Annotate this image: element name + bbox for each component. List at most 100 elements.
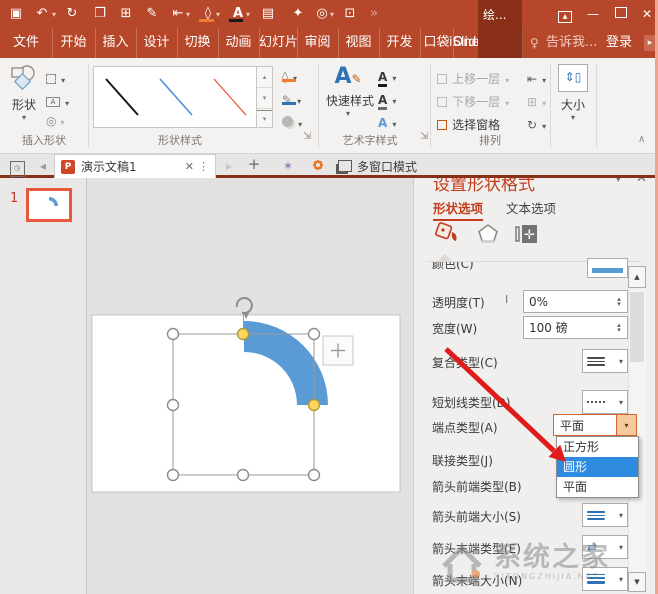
- compound-type-dropdown[interactable]: ▾: [582, 349, 628, 373]
- selection-pane-button[interactable]: 选择窗格: [437, 114, 500, 133]
- close-button[interactable]: ✕: [638, 6, 656, 22]
- resize-handle-top-right[interactable]: [307, 327, 321, 341]
- shape-styles-gallery[interactable]: [93, 66, 257, 128]
- text-effects-button[interactable]: A ▾: [378, 112, 396, 131]
- shape-effects-button[interactable]: ▾: [282, 112, 302, 131]
- cap-option-flat[interactable]: 平面: [557, 477, 638, 497]
- format-painter-icon[interactable]: ✦: [288, 5, 308, 23]
- gallery-more-icon[interactable]: ▾: [257, 110, 272, 129]
- transparency-spinner[interactable]: ▴ ▾: [613, 292, 625, 311]
- tab-view[interactable]: 视图: [338, 28, 380, 58]
- save-icon[interactable]: ▣: [6, 5, 26, 23]
- minimize-button[interactable]: —: [584, 6, 602, 22]
- edit-shape-button[interactable]: ▾: [46, 68, 65, 87]
- fill-dropdown-icon[interactable]: ▾: [216, 10, 220, 19]
- tab-review[interactable]: 审阅: [297, 28, 339, 58]
- resize-handle-mid-left[interactable]: [166, 398, 180, 412]
- quick-styles-button[interactable]: A✎ 快速样式 ▾: [326, 64, 374, 140]
- merge-dropdown-icon[interactable]: ▾: [330, 10, 334, 19]
- panel-scroll-up-button[interactable]: ▲: [628, 266, 646, 288]
- undo-dropdown-icon[interactable]: ▾: [52, 10, 56, 19]
- align-icon[interactable]: ⇤: [168, 5, 188, 23]
- width-spinner[interactable]: ▴ ▾: [613, 318, 625, 337]
- adjust-handle-top[interactable]: [236, 327, 250, 341]
- tab-home[interactable]: 开始: [52, 28, 96, 58]
- signin-button[interactable]: 登录: [606, 28, 632, 58]
- tab-close-icon[interactable]: ✕: [185, 160, 194, 173]
- text-outline-button[interactable]: A ▾: [378, 89, 396, 110]
- text-fill-button[interactable]: A ▾: [378, 66, 396, 87]
- slide-thumbnail-selected[interactable]: [26, 188, 72, 222]
- tab-islide[interactable]: iSlide: [449, 28, 479, 58]
- eyedropper-icon[interactable]: ✎: [142, 5, 162, 23]
- slide-sorter-icon[interactable]: ⊞: [116, 5, 136, 23]
- arrow-begin-size-dropdown[interactable]: ▾: [582, 503, 628, 527]
- panel-scroll-thumb[interactable]: [630, 292, 644, 362]
- send-backward-button[interactable]: 下移一层 ▾: [437, 91, 509, 110]
- collapse-ribbon-icon[interactable]: ∧: [638, 134, 645, 145]
- maximize-button[interactable]: [612, 6, 630, 22]
- tab-developer[interactable]: 开发: [379, 28, 421, 58]
- resize-handle-top-left[interactable]: [166, 327, 180, 341]
- shapes-button[interactable]: 形状 ▾: [6, 64, 42, 140]
- gallery-scroll-up-icon[interactable]: ▴: [257, 67, 272, 88]
- new-document-icon[interactable]: ❐: [90, 5, 110, 23]
- transparency-slider[interactable]: I: [505, 293, 508, 306]
- history-document-icon[interactable]: ◷: [8, 158, 26, 177]
- multi-window-mode-button[interactable]: 多窗口模式: [338, 157, 417, 175]
- dash-type-dropdown[interactable]: ▾: [582, 390, 628, 414]
- ribbon-display-options-icon[interactable]: ▲: [556, 6, 574, 23]
- insert-plus-button[interactable]: [322, 335, 354, 366]
- panel-scroll-down-button[interactable]: ▼: [628, 572, 646, 592]
- merge-shapes-ribbon-button[interactable]: ◎ ▾: [46, 114, 64, 128]
- gallery-scroll-down-icon[interactable]: ▾: [257, 88, 272, 109]
- group-objects-button[interactable]: ⊞ ▾: [527, 91, 546, 110]
- resize-handle-bottom-right[interactable]: [307, 468, 321, 482]
- tab-animations[interactable]: 动画: [218, 28, 260, 58]
- document-tab-active[interactable]: P 演示文稿1 ✕ ⋮: [54, 154, 216, 178]
- text-box-button[interactable]: A ▾: [46, 91, 69, 110]
- tab-insert[interactable]: 插入: [95, 28, 137, 58]
- new-tab-icon[interactable]: +: [246, 156, 262, 172]
- slide-canvas-area[interactable]: [88, 178, 413, 594]
- rotate-objects-button[interactable]: ↻ ▾: [527, 114, 546, 133]
- align-objects-button[interactable]: ⇤ ▾: [527, 68, 546, 87]
- settings-gear-icon[interactable]: [310, 158, 326, 176]
- tab-transitions[interactable]: 切换: [177, 28, 219, 58]
- resize-handle-bottom-center[interactable]: [236, 468, 250, 482]
- tab-slideshow[interactable]: 幻灯片: [259, 28, 298, 58]
- position-icon[interactable]: ⊡: [340, 5, 360, 23]
- tab-menu-icon[interactable]: ⋮: [198, 160, 209, 173]
- shape-styles-dialog-launcher-icon[interactable]: ⇲: [303, 132, 311, 142]
- size-button[interactable]: ⇕▯ 大小 ▾: [556, 64, 590, 140]
- cap-type-combobox[interactable]: 平面 ▾: [553, 414, 637, 436]
- qat-more-icon[interactable]: »: [364, 5, 384, 23]
- shape-outline-button[interactable]: ✎ ▾: [282, 89, 301, 108]
- undo-icon[interactable]: ↶: [32, 5, 52, 23]
- tab-design[interactable]: 设计: [136, 28, 178, 58]
- arrow-end-type-dropdown[interactable]: ⇄ ▾: [582, 535, 628, 559]
- resize-handle-bottom-left[interactable]: [166, 468, 180, 482]
- adjust-handle-right[interactable]: [307, 398, 321, 412]
- cap-type-arrow-button[interactable]: ▾: [616, 415, 636, 435]
- tellme-label[interactable]: 告诉我...: [546, 28, 597, 58]
- bring-forward-button[interactable]: 上移一层 ▾: [437, 68, 509, 87]
- wordart-dialog-launcher-icon[interactable]: ⇲: [420, 132, 428, 142]
- tab-file[interactable]: 文件: [0, 28, 53, 58]
- redo-icon[interactable]: ↻: [62, 5, 82, 23]
- magic-wand-icon[interactable]: ✶: [280, 158, 296, 174]
- spin-down-icon[interactable]: ▾: [617, 326, 621, 333]
- spin-down-icon[interactable]: ▾: [617, 300, 621, 307]
- merge-shapes-icon[interactable]: ◎: [312, 5, 332, 23]
- tab-scroll-left-icon[interactable]: ◂: [36, 158, 50, 174]
- paste-icon[interactable]: ▤: [258, 5, 278, 23]
- cap-option-square[interactable]: 正方形: [557, 437, 638, 457]
- cap-option-round-selected[interactable]: 圆形: [557, 457, 638, 477]
- arrow-end-size-dropdown[interactable]: ▾: [582, 567, 628, 591]
- line-color-button[interactable]: [587, 258, 628, 278]
- align-dropdown-icon[interactable]: ▾: [186, 10, 190, 19]
- maximize-glyph: [615, 7, 627, 18]
- tab-scroll-right-icon[interactable]: ▸: [222, 158, 236, 174]
- font-color-dropdown-icon[interactable]: ▾: [246, 10, 250, 19]
- shape-fill-ribbon-button[interactable]: ◊ ▾: [282, 66, 297, 85]
